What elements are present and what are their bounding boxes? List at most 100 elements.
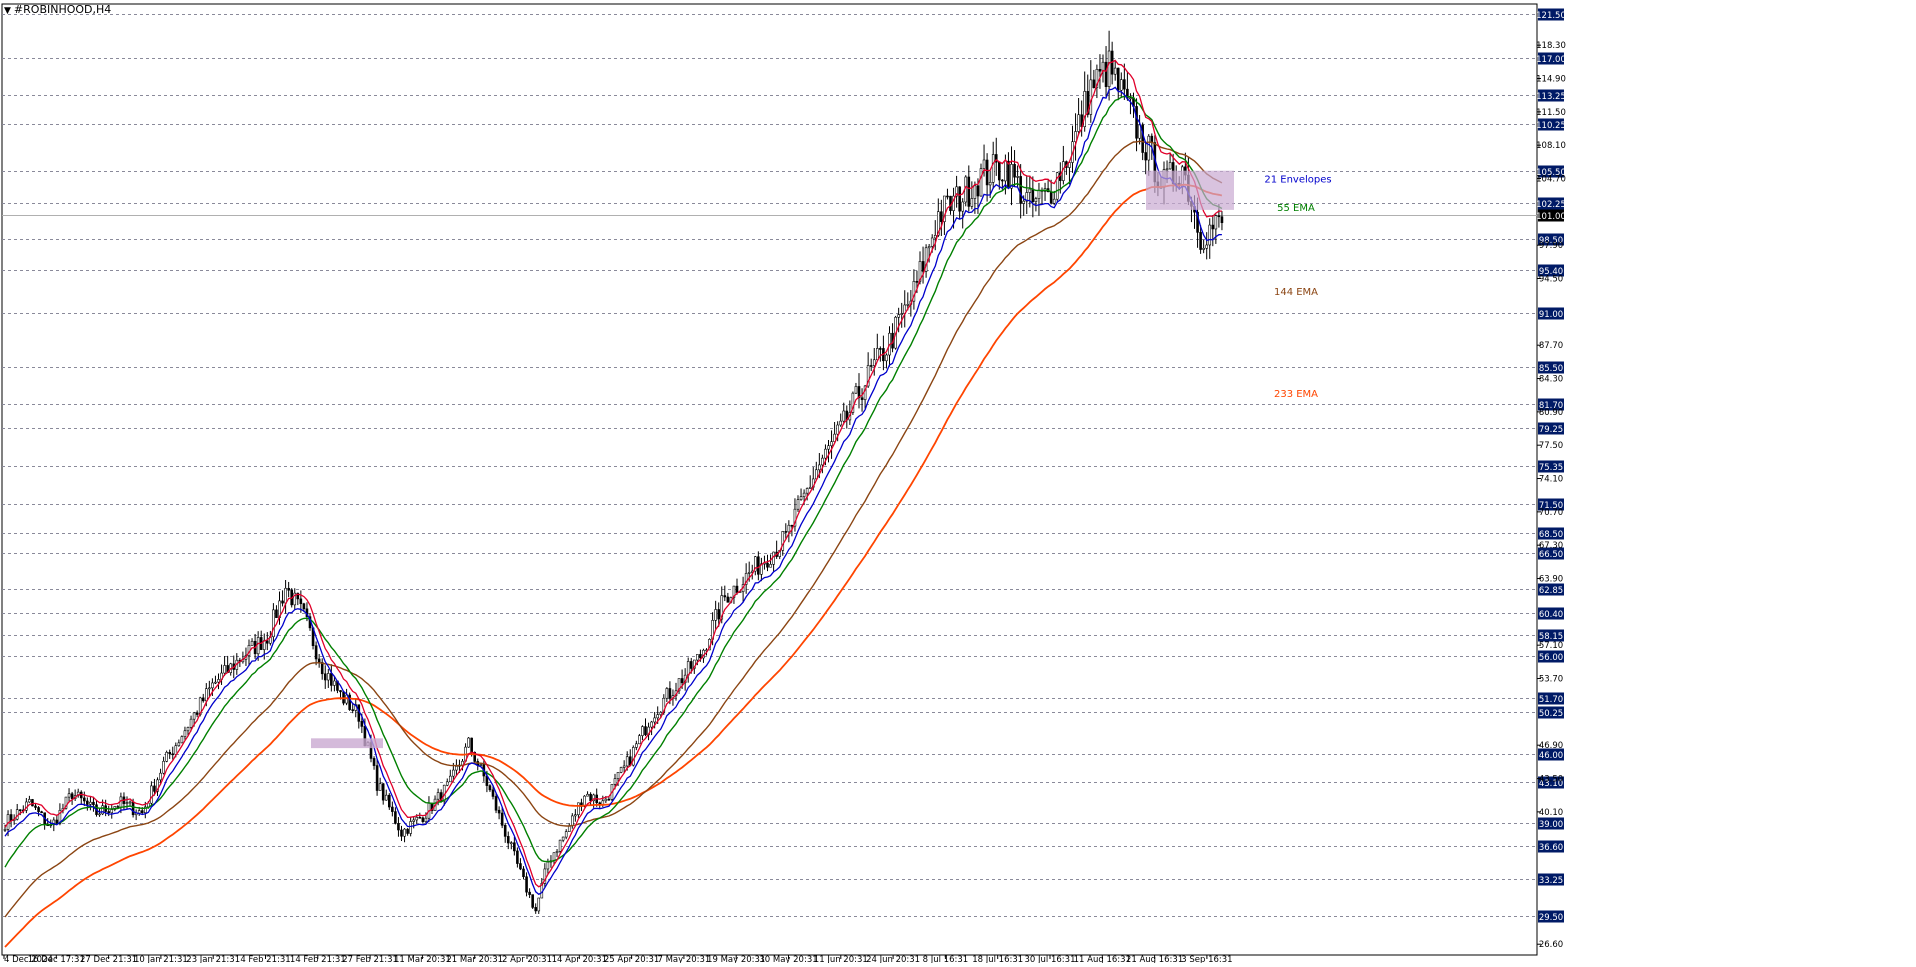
candle-body [1013, 164, 1016, 178]
candle-body [586, 793, 589, 797]
candle-body [384, 794, 388, 801]
candle-body [265, 640, 269, 644]
price-level-label: 121.50 [1536, 11, 1566, 21]
candle-body [656, 714, 660, 719]
candle-body [412, 819, 416, 822]
time-tick-label: 16 Dec 17:31 [28, 955, 85, 963]
price-level-label: 66.50 [1539, 550, 1563, 560]
candle-body [534, 907, 538, 912]
candle-body [589, 793, 592, 802]
candle-body [885, 354, 888, 362]
candle-body [375, 765, 379, 791]
minor-tick-label: 70.70 [1539, 508, 1563, 518]
candle-body [339, 690, 342, 693]
time-tick-label: 7 May 20:31 [657, 955, 710, 963]
candle-body [650, 721, 653, 728]
candle-body [98, 813, 101, 816]
candle-body [250, 640, 254, 646]
candle-body [940, 211, 943, 222]
candle-body [140, 810, 144, 814]
candle-body [415, 817, 419, 821]
candle-body [519, 863, 522, 870]
time-tick-label: 25 Apr 20:31 [604, 955, 659, 963]
candle-body [564, 831, 568, 838]
price-level-label: 50.25 [1539, 709, 1563, 719]
price-chart[interactable]: 121.50117.00113.25110.25105.50102.2598.5… [0, 0, 1916, 965]
candle-body [641, 726, 644, 736]
candle-body [805, 488, 809, 494]
candle-body [18, 809, 22, 811]
price-level-label: 56.00 [1539, 653, 1563, 663]
candle-body [1220, 216, 1224, 224]
price-level-label: 102.25 [1536, 200, 1566, 210]
candle-body [875, 348, 879, 361]
candle-body [387, 794, 391, 808]
candle-body [574, 814, 577, 817]
candle-body [360, 721, 364, 727]
candle-body [70, 793, 74, 799]
candle-body [189, 718, 193, 728]
symbol-label: ▼ #ROBINHOOD,H4 [4, 3, 111, 16]
candle-body [869, 365, 873, 367]
candle-body [201, 697, 205, 702]
candle-body [9, 814, 13, 821]
candle-body [769, 564, 772, 568]
minor-tick-label: 87.70 [1539, 341, 1563, 351]
candle-body [872, 359, 876, 366]
candle-body [1049, 191, 1053, 204]
candle-body [372, 758, 376, 766]
minor-tick-label: 53.70 [1539, 675, 1563, 685]
time-tick-label: 21 Aug 16:31 [1126, 955, 1183, 963]
candle-body [991, 154, 995, 183]
candle-body [1037, 190, 1041, 199]
candle-body [1211, 224, 1215, 230]
candle-body [37, 807, 40, 812]
candle-body [808, 486, 812, 489]
time-tick-label: 8 Jul 16:31 [923, 955, 969, 963]
candle-body [397, 823, 400, 831]
candle-body [982, 159, 986, 169]
candle-body [1004, 160, 1007, 182]
candle-body [1031, 188, 1035, 202]
candle-body [488, 785, 492, 791]
candle-body [757, 556, 760, 575]
candle-body [1199, 232, 1202, 250]
candle-body [625, 756, 629, 767]
candle-body [445, 781, 449, 786]
candle-body [570, 815, 574, 827]
candle-body [1205, 244, 1208, 249]
candle-body [616, 772, 620, 779]
candle-body [500, 812, 504, 826]
time-tick-label: 23 Jan 21:31 [186, 955, 240, 963]
time-tick-label: 30 Jul 16:31 [1025, 955, 1076, 963]
candle-body [879, 348, 882, 350]
candle-body [110, 809, 114, 814]
candle-body [378, 783, 382, 791]
candle-body [195, 712, 199, 715]
candle-body [205, 688, 208, 702]
candle-body [839, 420, 843, 426]
candle-body [317, 658, 321, 663]
candle-body [787, 524, 791, 533]
candle-body [168, 751, 171, 755]
support-zone-box [311, 738, 383, 749]
resistance-zone-box [1146, 170, 1234, 210]
candle-body [494, 796, 498, 811]
candle-body [1019, 176, 1022, 204]
candle-body [689, 661, 693, 669]
candle-body [854, 386, 858, 394]
candle-body [976, 185, 980, 197]
candle-body [985, 159, 989, 186]
candle-body [424, 817, 428, 822]
current-price-label: 101.00 [1536, 212, 1566, 222]
candle-body [174, 745, 178, 755]
chart-area[interactable]: 121.50 117.00 113.25 110.25 105.50 102.25 98.5… [0, 0, 1916, 965]
candle-body [796, 499, 800, 510]
candle-body [1123, 79, 1126, 90]
candle-body [503, 825, 507, 837]
candle-body [897, 314, 900, 318]
minor-tick-label: 104.70 [1536, 175, 1566, 185]
dropdown-triangle-icon[interactable]: ▼ [4, 6, 11, 16]
time-tick-label: 27 Feb 21:31 [342, 955, 398, 963]
price-level-label: 46.00 [1539, 751, 1563, 761]
